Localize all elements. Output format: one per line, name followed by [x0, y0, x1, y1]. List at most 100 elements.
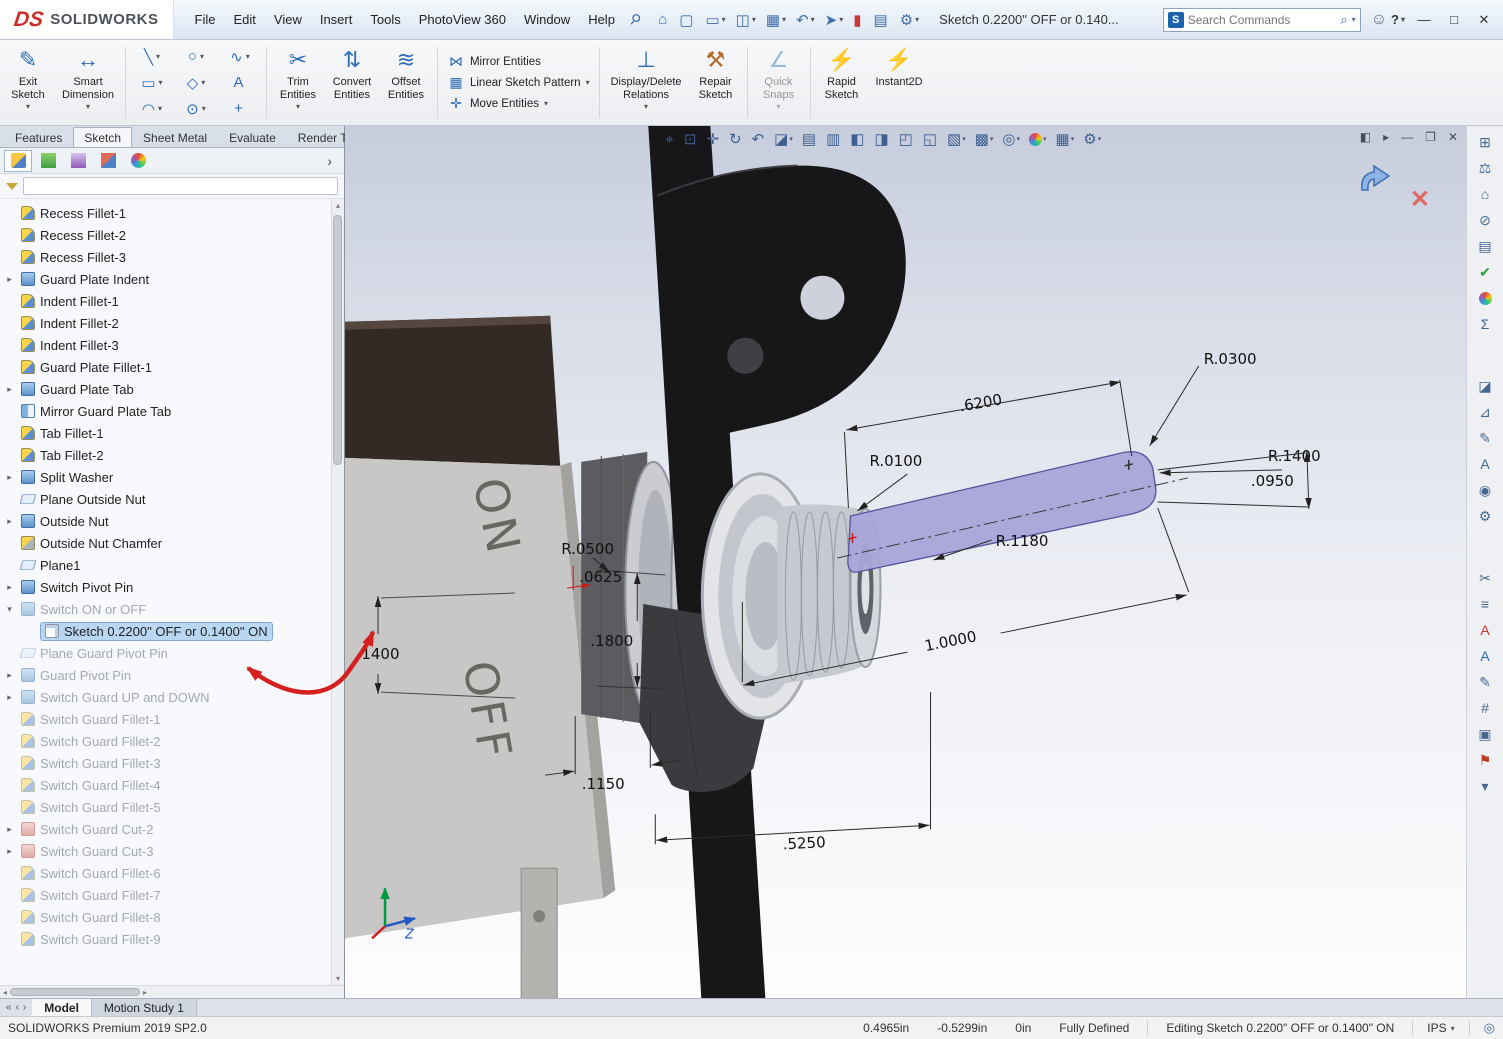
feature-tree-item[interactable]: Tab Fillet-1	[2, 422, 330, 444]
feature-tree-item[interactable]: ▸ Guard Plate Tab	[2, 378, 330, 400]
status-options-icon[interactable]: ◎	[1474, 1020, 1495, 1036]
feature-tree-item[interactable]: Switch Guard Fillet-1	[2, 708, 330, 730]
close-button[interactable]: ✕	[1469, 7, 1499, 33]
camera-icon[interactable]: ◉	[1473, 480, 1497, 500]
menu-tools[interactable]: Tools	[361, 8, 409, 31]
feature-tree-item[interactable]: Recess Fillet-2	[2, 224, 330, 246]
dimension-label[interactable]: R.1180	[996, 532, 1049, 550]
feature-tree-item[interactable]: ▸ Switch Guard UP and DOWN	[2, 686, 330, 708]
feature-tree-item[interactable]: ▸ Switch Pivot Pin	[2, 576, 330, 598]
apply-check-icon[interactable]: ✔	[1473, 262, 1497, 282]
tree-horizontal-scrollbar[interactable]: ◂ ▸	[0, 985, 344, 998]
tab-features[interactable]: Features	[4, 127, 73, 147]
section-view-icon[interactable]: ◪	[1473, 376, 1497, 396]
dimension-label[interactable]: .1150	[582, 775, 625, 793]
mirror-entities-button[interactable]: ⋈ Mirror Entities	[447, 53, 590, 70]
note-icon[interactable]: A	[1473, 454, 1497, 474]
expand-arrow-icon[interactable]: ▸	[2, 692, 17, 703]
pan-button[interactable]: ✛	[702, 128, 724, 150]
feature-tree-item[interactable]: Plane1	[2, 554, 330, 576]
linear-sketch-pattern-button[interactable]: ▦ Linear Sketch Pattern ▾	[447, 74, 590, 91]
help-button[interactable]: ?▾	[1391, 12, 1405, 27]
text-tool[interactable]: A	[219, 71, 261, 95]
grid-icon[interactable]: #	[1473, 698, 1497, 718]
options-button[interactable]: ⚙ ▾	[896, 8, 923, 32]
spellcheck-icon[interactable]: A	[1473, 620, 1497, 640]
gear-icon[interactable]: ⚙	[1473, 506, 1497, 526]
feature-tree-item[interactable]: ▸ Switch Guard Cut-3	[2, 840, 330, 862]
feature-tree-item[interactable]: Switch Guard Fillet-2	[2, 730, 330, 752]
move-entities-button[interactable]: ✛ Move Entities ▾	[447, 95, 590, 112]
restore-doc-button[interactable]: ❐	[1425, 130, 1436, 144]
pin-menu-icon[interactable]: ⚲	[626, 10, 645, 30]
convert-entities-button[interactable]: ⇅ Convert Entities	[326, 43, 378, 122]
feature-tree-item[interactable]: ▸ Guard Plate Indent	[2, 268, 330, 290]
feature-tree-item[interactable]: Tab Fillet-2	[2, 444, 330, 466]
selection-filter-icon[interactable]: ⊞	[1473, 132, 1497, 152]
pane-left-button[interactable]: ◧	[1360, 130, 1371, 144]
feature-tree-item[interactable]: ▸ Split Washer	[2, 466, 330, 488]
edit-pencil-icon[interactable]: ✎	[1473, 672, 1497, 692]
expand-arrow-icon[interactable]: ▸	[2, 274, 17, 285]
search-input[interactable]	[1188, 13, 1337, 27]
discard-icon[interactable]: ⊘	[1473, 210, 1497, 230]
feature-tree-item[interactable]: Recess Fillet-1	[2, 202, 330, 224]
menu-photoview-360[interactable]: PhotoView 360	[410, 8, 515, 31]
featuremanager-tab[interactable]	[4, 150, 32, 172]
view-bottom-button[interactable]: ◱	[919, 128, 942, 150]
hide-show-items-button[interactable]: ◎ ▾	[998, 128, 1024, 150]
flag-icon[interactable]: ⚑	[1473, 750, 1497, 770]
measure-icon[interactable]: ⊿	[1473, 402, 1497, 422]
dimension-label[interactable]: .0625	[579, 568, 622, 586]
tab-scroll-start[interactable]: «	[6, 1002, 12, 1013]
pane-right-button[interactable]: ▸	[1383, 130, 1389, 144]
feature-tree-item[interactable]: Switch Guard Fillet-6	[2, 862, 330, 884]
menu-view[interactable]: View	[265, 8, 311, 31]
display-style-button[interactable]: ▩ ▾	[971, 128, 998, 150]
feature-tree-item[interactable]: Switch Guard Fillet-7	[2, 884, 330, 906]
zoom-to-area-button[interactable]: ⊡	[680, 128, 702, 150]
dimension-label[interactable]: R.0500	[561, 540, 614, 558]
feature-filter-input[interactable]	[23, 177, 338, 195]
quick-snaps-button[interactable]: ∠ Quick Snaps ▾	[753, 43, 805, 122]
tab-sheet-metal[interactable]: Sheet Metal	[132, 127, 218, 147]
rectangle-tool[interactable]: ▭ ▾	[131, 71, 173, 95]
view-orientation-button[interactable]: ▧ ▾	[943, 128, 970, 150]
feature-tree-item[interactable]: Indent Fillet-2	[2, 312, 330, 334]
edit-appearance-button[interactable]: ▾	[1025, 131, 1051, 148]
tree-scrollbar-thumb[interactable]	[333, 215, 342, 465]
mounting-flange[interactable]	[521, 868, 557, 998]
minimize-button[interactable]: —	[1409, 7, 1439, 33]
menu-file[interactable]: File	[186, 8, 225, 31]
undo-button[interactable]: ↶ ▾	[792, 8, 819, 32]
feature-tree-item[interactable]: ▾ Switch ON or OFF	[2, 598, 330, 620]
cancel-sketch-button[interactable]: ✕	[1410, 188, 1430, 212]
ellipse-tool[interactable]: ⊙ ▾	[175, 97, 217, 121]
dimxpertmanager-tab[interactable]	[94, 150, 122, 172]
menu-edit[interactable]: Edit	[224, 8, 264, 31]
configurationmanager-tab[interactable]	[64, 150, 92, 172]
feature-tree-item[interactable]: Plane Guard Pivot Pin	[2, 642, 330, 664]
feature-tree-item[interactable]: Outside Nut Chamfer	[2, 532, 330, 554]
model-tab[interactable]: Model	[32, 999, 92, 1016]
repair-sketch-button[interactable]: ⚒ Repair Sketch	[690, 43, 742, 122]
display-states-icon[interactable]: ▣	[1473, 724, 1497, 744]
feature-tree-item[interactable]: Switch Guard Fillet-5	[2, 796, 330, 818]
feature-tree-item[interactable]: Sketch 0.2200" OFF or 0.1400" ON	[2, 620, 330, 642]
dimension-label[interactable]: .6200	[958, 390, 1003, 415]
threaded-bushing[interactable]	[702, 474, 880, 718]
appearances-ball-icon[interactable]	[1473, 288, 1497, 308]
view-front-button[interactable]: ▤	[798, 128, 821, 150]
polygon-tool[interactable]: ◇ ▾	[175, 71, 217, 95]
dimension-label[interactable]: .0950	[1251, 472, 1294, 490]
user-account-icon[interactable]: ☺	[1371, 11, 1387, 29]
feature-tree-item[interactable]: ▸ Switch Guard Cut-2	[2, 818, 330, 840]
tab-scroll-right[interactable]: ›	[23, 1002, 26, 1013]
sketch-pencil-icon[interactable]: ✎	[1473, 428, 1497, 448]
view-back-button[interactable]: ▥	[822, 128, 845, 150]
model-scene[interactable]: ON OFF	[345, 126, 1466, 998]
feature-tree-item[interactable]: Recess Fillet-3	[2, 246, 330, 268]
feature-tree-item[interactable]: Switch Guard Fillet-4	[2, 774, 330, 796]
expand-arrow-icon[interactable]: ▸	[2, 384, 17, 395]
trim-scissors-icon[interactable]: ✂	[1473, 568, 1497, 588]
